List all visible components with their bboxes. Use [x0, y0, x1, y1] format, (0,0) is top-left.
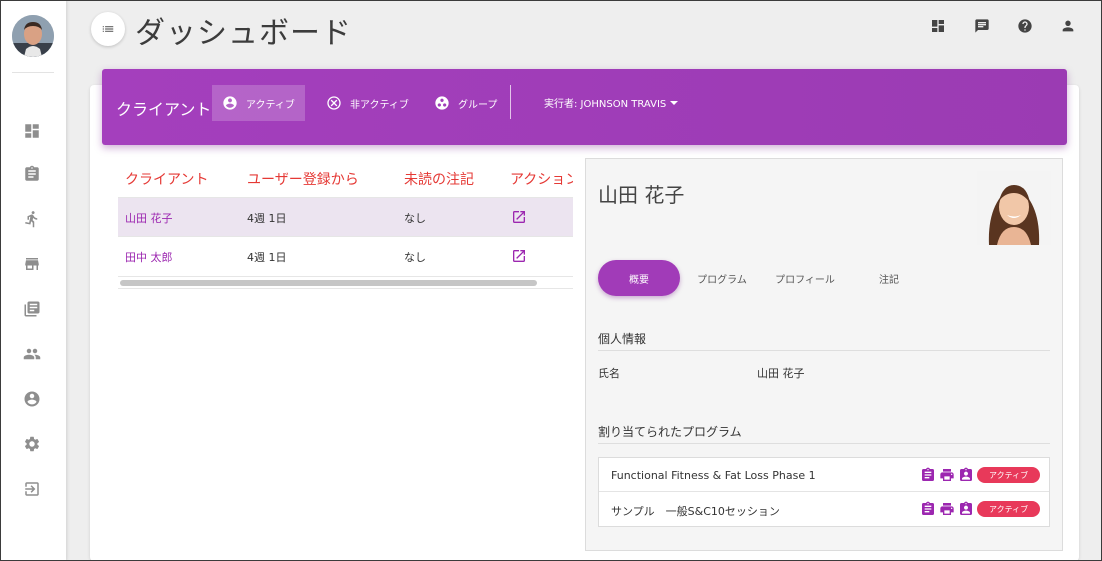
tab-profile[interactable]: プロフィール: [772, 260, 838, 296]
account-circle-icon: [24, 391, 40, 407]
page-title: ダッシュボード: [135, 16, 352, 51]
sidebar-divider: [12, 72, 54, 73]
open-in-new-icon: [513, 211, 525, 223]
sidebar-item-library[interactable]: [22, 299, 42, 319]
help-icon: [1018, 19, 1032, 33]
print-icon: [940, 469, 954, 481]
logout-icon: [25, 482, 39, 496]
sidebar: [0, 0, 66, 561]
tab-active-label: アクティブ: [246, 99, 295, 111]
tab-groups-label: グループ: [458, 99, 498, 111]
clipboard-icon: [25, 165, 39, 181]
column-header-unread[interactable]: 未読の注記: [404, 169, 474, 189]
table-bottom-divider: [118, 288, 573, 289]
program-actions: [920, 501, 974, 517]
dashboard-icon: [25, 124, 39, 138]
status-badge: アクティブ: [977, 501, 1041, 517]
caret-down-icon: [670, 100, 679, 105]
open-client-button[interactable]: [511, 248, 527, 264]
library-icon: [24, 301, 40, 317]
sidebar-item-assessments[interactable]: [22, 164, 42, 184]
settings-icon: [24, 436, 40, 452]
program-actions: [920, 467, 974, 483]
section-divider: [598, 350, 1050, 351]
program-details-button[interactable]: [920, 467, 936, 483]
client-unread: なし: [404, 212, 426, 225]
table-row[interactable]: 田中 太郎 4週 1日 なし: [118, 237, 573, 277]
sidebar-item-store[interactable]: [22, 254, 42, 274]
executor-label: 実行者: JOHNSON TRAVIS: [544, 99, 667, 110]
column-header-client[interactable]: クライアント: [125, 169, 208, 189]
open-client-button[interactable]: [511, 209, 527, 225]
print-icon: [940, 503, 954, 515]
name-value: 山田 花子: [757, 367, 805, 380]
assigned-programs-list: Functional Fitness & Fat Loss Phase 1 アク…: [598, 457, 1050, 527]
list-item[interactable]: サンプル 一般S&C10セッション アクティブ: [599, 492, 1049, 526]
chat-icon: [975, 19, 989, 33]
assignment-ind-icon: [960, 501, 972, 515]
client-since: 4週 1日: [247, 212, 287, 225]
program-name: サンプル 一般S&C10セッション: [611, 505, 780, 518]
sidebar-item-dashboard[interactable]: [22, 121, 42, 141]
topbar-account-button[interactable]: [1059, 17, 1077, 35]
open-in-new-icon: [513, 250, 525, 262]
program-assign-button[interactable]: [958, 501, 974, 517]
tab-inactive[interactable]: 非アクティブ: [316, 85, 419, 121]
cancel-circle-icon: [327, 96, 341, 110]
clients-header-bar: クライアント アクティブ 非アクティブ グループ 実行者: JOHNSON TR…: [102, 69, 1067, 145]
program-print-button[interactable]: [939, 501, 955, 517]
tab-active[interactable]: アクティブ: [212, 85, 305, 121]
tab-inactive-label: 非アクティブ: [350, 99, 409, 111]
client-name-link[interactable]: 田中 太郎: [125, 249, 173, 265]
topbar-chat-button[interactable]: [973, 17, 991, 35]
sidebar-item-clients[interactable]: [22, 344, 42, 364]
list-icon: [102, 26, 114, 32]
clients-title: クライアント: [116, 100, 212, 119]
program-assign-button[interactable]: [958, 467, 974, 483]
clipboard-icon: [922, 501, 934, 515]
tab-programs[interactable]: プログラム: [692, 260, 752, 296]
assigned-programs-title: 割り当てられたプログラム: [598, 425, 742, 439]
client-name-link[interactable]: 山田 花子: [125, 210, 173, 226]
section-divider: [598, 443, 1050, 444]
menu-toggle-button[interactable]: [91, 12, 125, 46]
client-detail-name: 山田 花子: [598, 183, 685, 207]
sidebar-item-settings[interactable]: [22, 434, 42, 454]
topbar-help-button[interactable]: [1016, 17, 1034, 35]
table-horizontal-scrollbar[interactable]: [120, 280, 537, 286]
column-header-since[interactable]: ユーザー登録から: [247, 169, 359, 189]
tab-notes[interactable]: 注記: [870, 260, 908, 296]
store-icon: [25, 258, 39, 270]
executor-dropdown[interactable]: 実行者: JOHNSON TRAVIS: [544, 95, 679, 110]
program-name: Functional Fitness & Fat Loss Phase 1: [611, 469, 816, 482]
topbar-dashboard-button[interactable]: [929, 17, 947, 35]
runner-icon: [25, 211, 38, 228]
column-header-action: アクション: [510, 172, 573, 188]
client-since: 4週 1日: [247, 251, 287, 264]
clipboard-icon: [922, 467, 934, 481]
sidebar-item-exercises[interactable]: [22, 209, 42, 229]
tab-overview[interactable]: 概要: [598, 260, 680, 296]
group-circle-icon: [435, 96, 449, 110]
table-row[interactable]: 山田 花子 4週 1日 なし: [118, 197, 573, 237]
personal-info-title: 個人情報: [598, 332, 647, 346]
status-badge: アクティブ: [977, 467, 1041, 483]
account-icon: [1062, 20, 1074, 32]
client-detail-panel: 山田 花子 概要 プログラム プロフィール 注記 個人情報 氏名 山田 花子 割…: [585, 158, 1063, 551]
user-avatar[interactable]: [12, 15, 54, 57]
dashboard-icon: [932, 20, 944, 32]
account-circle-icon: [223, 96, 237, 110]
sidebar-item-account[interactable]: [22, 389, 42, 409]
program-details-button[interactable]: [920, 501, 936, 517]
name-label: 氏名: [598, 367, 620, 380]
client-unread: なし: [404, 251, 426, 264]
group-icon: [23, 348, 41, 360]
client-photo: [977, 171, 1051, 245]
header-separator: [510, 85, 511, 119]
list-item[interactable]: Functional Fitness & Fat Loss Phase 1 アク…: [599, 458, 1049, 492]
sidebar-item-logout[interactable]: [22, 479, 42, 499]
tab-groups[interactable]: グループ: [424, 85, 507, 121]
assignment-ind-icon: [960, 467, 972, 481]
program-print-button[interactable]: [939, 467, 955, 483]
